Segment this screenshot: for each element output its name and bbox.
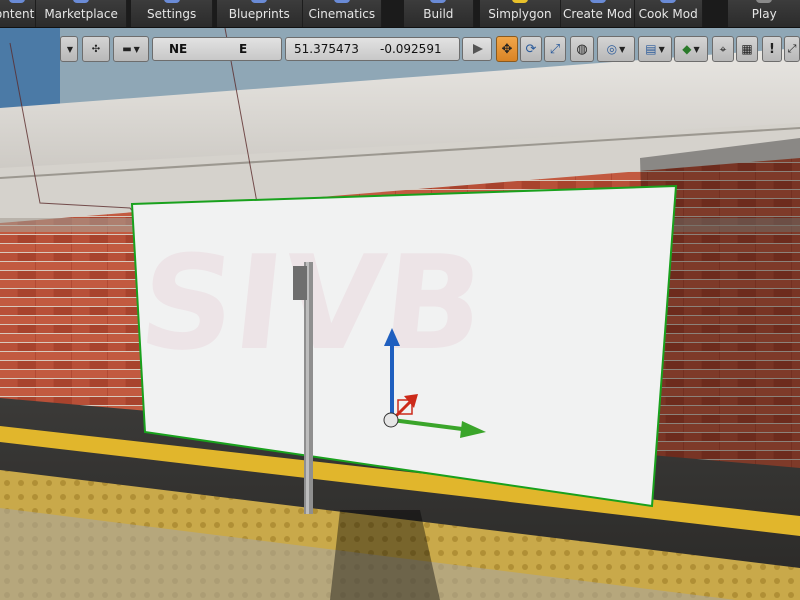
layout-icon: ◆	[682, 42, 692, 56]
toolbar-button-cook-mod[interactable]: Cook Mod	[635, 0, 703, 27]
view-mode-button[interactable]: ▬ ▼	[113, 36, 149, 62]
translate-tool-button[interactable]: ✥	[496, 36, 518, 62]
blueprints-icon	[251, 0, 268, 3]
play-arrow-icon	[473, 44, 483, 54]
toolbar-button-marketplace[interactable]: Marketplace	[36, 0, 128, 27]
chevron-down-icon: ▼	[133, 44, 140, 54]
viewport-options-button[interactable]: ▼	[60, 36, 78, 62]
content-icon	[9, 0, 26, 3]
grid-button[interactable]: ▦	[736, 36, 758, 62]
toolbar-separator	[702, 0, 729, 27]
cinematics-icon	[333, 0, 350, 3]
toolbar-label: Create Mod	[563, 7, 633, 21]
marketplace-icon	[73, 0, 90, 3]
scale-tool-button[interactable]: ⤢	[544, 36, 566, 62]
toolbar-label: Blueprints	[228, 7, 290, 21]
create-mod-icon	[589, 0, 606, 3]
grid-icon: ▦	[741, 42, 753, 56]
toolbar-label: Simplygon	[488, 7, 552, 21]
toolbar-button-blueprints[interactable]: Blueprints	[217, 0, 303, 27]
level-viewport[interactable]: SIVB ▼ ✣ ▬ ▼ NE E 51.375473 -0.092591 ✥ …	[0, 28, 800, 600]
main-toolbar: Content Marketplace Settings Blueprints …	[0, 0, 800, 28]
viewport-toolbar: ▼ ✣ ▬▼ NE E 51.375473 -0.092591 ✥ ⟳ ⤢ ◍	[0, 36, 800, 64]
toolbar-label: Marketplace	[44, 7, 118, 21]
toolbar-button-content[interactable]: Content	[0, 0, 36, 27]
coordinate-latitude: 51.375473	[294, 42, 359, 56]
toolbar-label: Cinematics	[308, 7, 376, 21]
coordinate-longitude: -0.092591	[380, 42, 442, 56]
compass-heading-primary: NE	[169, 42, 188, 56]
camera-icon: ⌖	[719, 41, 727, 56]
view-mode-icon: ▬	[122, 43, 132, 55]
compass-readout: NE E	[152, 37, 282, 61]
exclamation-icon: !	[769, 41, 775, 57]
chevron-down-icon: ▼	[619, 44, 626, 54]
toolbar-label: Content	[0, 7, 35, 21]
rotate-tool-button[interactable]: ⟳	[520, 36, 542, 62]
toolbar-label: Cook Mod	[638, 7, 698, 21]
settings-icon	[163, 0, 180, 3]
chevron-down-icon: ▼	[66, 44, 74, 54]
world-space-icon: ◍	[576, 41, 588, 57]
maximize-button[interactable]: ⤢	[784, 36, 800, 62]
layout-button[interactable]: ◆ ▼	[674, 36, 708, 62]
sign-plate	[293, 266, 307, 300]
toolbar-button-settings[interactable]: Settings	[131, 0, 213, 27]
camera-speed-button[interactable]: ✣	[82, 36, 110, 62]
grid-snap-icon: ▤	[645, 42, 657, 56]
coordinate-field[interactable]: 51.375473 -0.092591	[285, 37, 460, 61]
toolbar-label: Build	[423, 7, 454, 21]
translate-icon: ✥	[501, 41, 513, 57]
toolbar-button-cinematics[interactable]: Cinematics	[303, 0, 383, 27]
toolbar-label: Play	[751, 7, 777, 21]
toolbar-button-create-mod[interactable]: Create Mod	[561, 0, 635, 27]
rotate-icon: ⟳	[525, 41, 537, 57]
coordinate-go-button[interactable]	[462, 37, 492, 61]
gizmo-center-handle[interactable]	[383, 412, 399, 428]
maximize-icon: ⤢	[787, 42, 797, 55]
compass-heading-secondary: E	[239, 42, 248, 56]
chevron-down-icon: ▼	[658, 44, 665, 54]
camera-options-button[interactable]: ⌖	[712, 36, 734, 62]
play-icon	[756, 0, 773, 3]
warning-button[interactable]: !	[762, 36, 782, 62]
toolbar-button-simplygon[interactable]: Simplygon	[480, 0, 562, 27]
viewport-scene: SIVB	[0, 28, 800, 600]
grid-snap-button[interactable]: ▤ ▼	[638, 36, 672, 62]
surface-snap-icon: ◎	[606, 42, 618, 56]
build-icon	[430, 0, 447, 3]
toolbar-button-build[interactable]: Build	[404, 0, 474, 27]
chevron-down-icon: ▼	[693, 44, 700, 54]
toolbar-separator	[382, 0, 405, 27]
simplygon-icon	[511, 0, 528, 3]
surface-snap-button[interactable]: ◎ ▼	[597, 36, 635, 62]
cook-mod-icon	[660, 0, 677, 3]
scale-icon: ⤢	[549, 41, 561, 57]
camera-speed-icon: ✣	[91, 43, 101, 55]
toolbar-button-play[interactable]: Play	[728, 0, 800, 27]
world-space-button[interactable]: ◍	[570, 36, 594, 62]
toolbar-label: Settings	[147, 7, 197, 21]
